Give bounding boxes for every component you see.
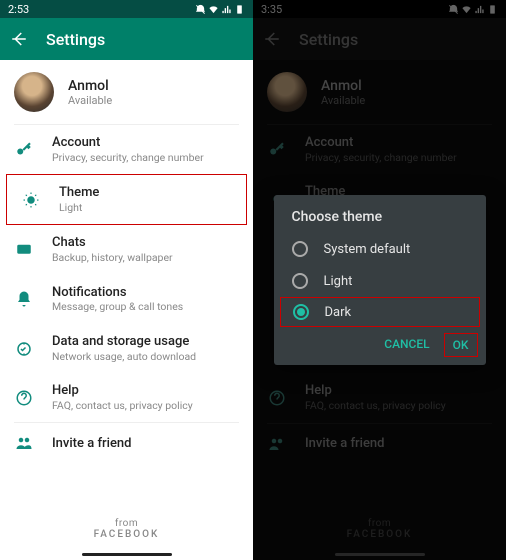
settings-item-chats[interactable]: ChatsBackup, history, wallpaper [0, 225, 253, 274]
data-icon [14, 339, 34, 359]
item-title: Notifications [52, 285, 183, 301]
cancel-button[interactable]: CANCEL [376, 333, 437, 357]
item-sub: Message, group & call tones [52, 300, 183, 314]
radio-icon-selected [293, 304, 309, 320]
nav-bar[interactable] [0, 548, 253, 560]
option-label: Dark [325, 305, 352, 320]
item-sub: FAQ, contact us, privacy policy [52, 399, 193, 413]
radio-icon [292, 241, 308, 257]
dialog-actions: CANCEL OK [274, 327, 486, 357]
theme-icon [21, 190, 41, 210]
item-title: Account [52, 135, 204, 151]
settings-item-account[interactable]: AccountPrivacy, security, change number [0, 125, 253, 174]
settings-item-invite[interactable]: Invite a friend [0, 423, 253, 463]
ok-button[interactable]: OK [444, 333, 478, 357]
item-sub: Network usage, auto download [52, 350, 196, 364]
profile-name: Anmol [68, 78, 112, 94]
dialog-title: Choose theme [274, 209, 486, 233]
item-title: Help [52, 383, 193, 399]
option-label: System default [324, 242, 411, 257]
phone-dark: 3:35 Settings Anmol Available AccountPri… [253, 0, 506, 560]
phone-light: 2:53 Settings Anmol Available AccountPri… [0, 0, 253, 560]
item-title: Invite a friend [52, 436, 131, 452]
item-title: Data and storage usage [52, 334, 196, 350]
battery-icon [234, 4, 245, 15]
settings-item-theme[interactable]: ThemeLight [6, 174, 247, 225]
footer-brand: FACEBOOK [0, 529, 253, 540]
profile-row[interactable]: Anmol Available [0, 60, 253, 124]
theme-option-dark[interactable]: Dark [280, 297, 480, 327]
signal-icon [221, 4, 232, 15]
item-sub: Light [59, 201, 99, 215]
settings-item-help[interactable]: HelpFAQ, contact us, privacy policy [0, 373, 253, 422]
footer-from: from [0, 518, 253, 529]
footer: from FACEBOOK [0, 518, 253, 540]
item-title: Chats [52, 235, 173, 251]
radio-icon [292, 273, 308, 289]
item-sub: Privacy, security, change number [52, 151, 204, 165]
status-icons [195, 4, 245, 15]
theme-dialog: Choose theme System default Light Dark C… [274, 195, 486, 365]
back-icon[interactable] [10, 30, 28, 48]
wifi-icon [208, 4, 219, 15]
status-time: 2:53 [8, 3, 29, 16]
profile-status: Available [68, 94, 112, 107]
bell-icon [14, 289, 34, 309]
people-icon [14, 433, 34, 453]
item-sub: Backup, history, wallpaper [52, 251, 173, 265]
key-icon [14, 140, 34, 160]
avatar [14, 72, 54, 112]
app-bar: Settings [0, 18, 253, 60]
chat-icon [14, 240, 34, 260]
option-label: Light [324, 274, 353, 289]
item-title: Theme [59, 185, 99, 201]
status-bar: 2:53 [0, 0, 253, 18]
dnd-icon [195, 4, 206, 15]
settings-item-data[interactable]: Data and storage usageNetwork usage, aut… [0, 324, 253, 373]
theme-option-system[interactable]: System default [274, 233, 486, 265]
app-bar-title: Settings [46, 30, 105, 49]
dialog-scrim[interactable]: Choose theme System default Light Dark C… [253, 0, 506, 560]
settings-item-notifications[interactable]: NotificationsMessage, group & call tones [0, 275, 253, 324]
theme-option-light[interactable]: Light [274, 265, 486, 297]
help-icon [14, 388, 34, 408]
